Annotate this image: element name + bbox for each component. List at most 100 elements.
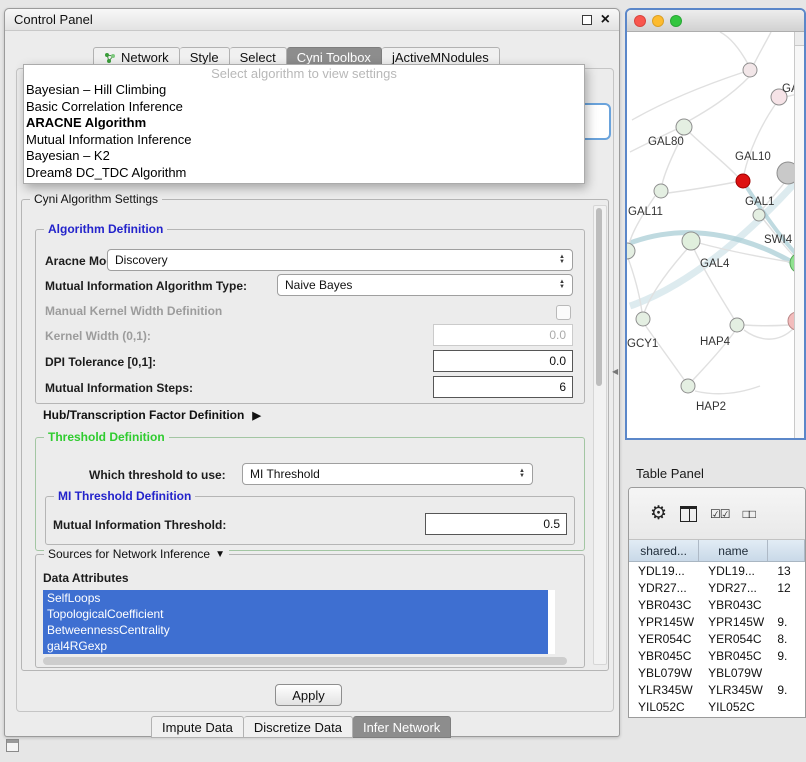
table-row[interactable]: YER054CYER054C8. bbox=[629, 630, 805, 647]
close-icon[interactable]: × bbox=[601, 12, 610, 28]
kernel-width-field: 0.0 bbox=[433, 324, 573, 346]
network-edge[interactable] bbox=[720, 32, 748, 64]
zoom-traffic-light-icon[interactable] bbox=[670, 15, 682, 27]
dropdown-item[interactable]: Bayesian – K2 bbox=[24, 148, 584, 165]
column-header[interactable] bbox=[768, 540, 805, 561]
hub-definition-expander[interactable]: Hub/Transcription Factor Definition ▶ bbox=[43, 408, 261, 422]
node-label: SWI4 bbox=[764, 234, 793, 246]
network-scrollbar-button[interactable] bbox=[794, 32, 804, 46]
network-canvas[interactable]: GALGAL80GAL10GAL11GAL1SWI4GAL4GCY1HAP4YH… bbox=[627, 32, 804, 438]
kernel-width-label: Kernel Width (0,1): bbox=[45, 329, 151, 343]
settings-scrollbar[interactable] bbox=[593, 205, 607, 665]
table-row[interactable]: YBR045CYBR045C9. bbox=[629, 647, 805, 664]
table-row[interactable]: YDL19...YDL19...13 bbox=[629, 562, 805, 579]
attribute-list-item[interactable]: BetweennessCentrality bbox=[43, 622, 548, 638]
table-row[interactable]: YBL079WYBL079W bbox=[629, 664, 805, 681]
docked-panel-icon[interactable] bbox=[6, 739, 19, 752]
table-cell: YER054C bbox=[699, 632, 768, 646]
network-edge[interactable] bbox=[668, 182, 736, 193]
network-node[interactable] bbox=[743, 63, 757, 77]
network-edge[interactable] bbox=[695, 386, 760, 394]
attributes-hscrollbar[interactable] bbox=[43, 657, 567, 665]
combo-arrows-icon bbox=[519, 469, 525, 479]
control-panel-titlebar[interactable]: Control Panel × bbox=[5, 9, 619, 31]
tab-impute-data[interactable]: Impute Data bbox=[151, 716, 244, 738]
network-node[interactable] bbox=[654, 184, 668, 198]
data-attributes-list[interactable]: SelfLoopsTopologicalCoefficientBetweenne… bbox=[43, 590, 555, 654]
network-edge[interactable] bbox=[754, 32, 771, 64]
tab-label: Discretize Data bbox=[254, 720, 342, 735]
apply-button[interactable]: Apply bbox=[275, 684, 342, 706]
mi-steps-field[interactable]: 6 bbox=[433, 376, 573, 398]
which-threshold-combobox[interactable]: MI Threshold bbox=[242, 463, 533, 485]
dropdown-item[interactable]: Dream8 DC_TDC Algorithm bbox=[24, 165, 584, 182]
sources-group-title: Sources for Network Inference ▼ bbox=[44, 547, 229, 561]
table-row[interactable]: YPR145WYPR145W9. bbox=[629, 613, 805, 630]
dropdown-item[interactable]: ARACNE Algorithm bbox=[24, 115, 584, 132]
network-node[interactable] bbox=[682, 232, 700, 250]
dropdown-item[interactable]: Mutual Information Inference bbox=[24, 132, 584, 149]
table-row[interactable]: YIL052CYIL052C bbox=[629, 698, 805, 715]
manual-kernel-checkbox[interactable] bbox=[556, 305, 571, 320]
aracne-mode-value: Discovery bbox=[115, 253, 168, 267]
settings-scrollbar-thumb[interactable] bbox=[596, 208, 602, 386]
dpi-tolerance-field[interactable]: 0.0 bbox=[433, 350, 573, 372]
table-toolbar: ⚙ ☑☑ □□ bbox=[629, 488, 805, 540]
attribute-list-item[interactable]: gal4RGexp bbox=[43, 638, 548, 654]
node-label: GAL80 bbox=[648, 136, 684, 148]
network-edge[interactable] bbox=[744, 325, 789, 326]
expand-down-icon[interactable]: ▼ bbox=[215, 549, 225, 560]
splitter-collapse-icon[interactable]: ◀ bbox=[612, 367, 618, 376]
network-window-titlebar[interactable] bbox=[627, 10, 804, 32]
tab-infer-network[interactable]: Infer Network bbox=[353, 716, 451, 738]
network-edge[interactable] bbox=[687, 76, 750, 122]
table-cell: 12 bbox=[768, 581, 805, 595]
attribute-list-item[interactable]: TopologicalCoefficient bbox=[43, 606, 548, 622]
attribute-list-item[interactable]: SelfLoops bbox=[43, 590, 548, 606]
network-node[interactable] bbox=[676, 119, 692, 135]
network-edge[interactable] bbox=[645, 325, 685, 381]
mi-algorithm-type-combobox[interactable]: Naive Bayes bbox=[277, 274, 573, 296]
table-row[interactable]: YLR345WYLR345W9. bbox=[629, 681, 805, 698]
table-cell: 9. bbox=[768, 615, 805, 629]
network-node[interactable] bbox=[681, 379, 695, 393]
dropdown-item[interactable]: Basic Correlation Inference bbox=[24, 99, 584, 116]
network-node[interactable] bbox=[730, 318, 744, 332]
tab-label: Cyni Toolbox bbox=[297, 50, 371, 65]
close-traffic-light-icon[interactable] bbox=[634, 15, 646, 27]
network-edge[interactable] bbox=[689, 132, 737, 176]
network-node[interactable] bbox=[636, 312, 650, 326]
expand-right-icon[interactable]: ▶ bbox=[252, 409, 260, 422]
select-all-icon[interactable]: ☑☑ bbox=[710, 507, 730, 521]
network-node[interactable] bbox=[736, 174, 750, 188]
node-label: HAP4 bbox=[700, 336, 731, 348]
network-node[interactable] bbox=[753, 209, 765, 221]
dropdown-placeholder: Select algorithm to view settings bbox=[24, 65, 584, 82]
float-window-icon[interactable] bbox=[582, 15, 592, 25]
tab-discretize-data[interactable]: Discretize Data bbox=[244, 716, 353, 738]
network-edge[interactable] bbox=[744, 102, 777, 174]
network-vscrollbar[interactable] bbox=[794, 32, 804, 438]
table-body: YDL19...YDL19...13YDR27...YDR27...12YBR0… bbox=[629, 562, 805, 715]
table-cell: 9. bbox=[768, 683, 805, 697]
dropdown-item[interactable]: Bayesian – Hill Climbing bbox=[24, 82, 584, 99]
table-cell: YER054C bbox=[629, 632, 699, 646]
column-header[interactable]: shared... bbox=[629, 540, 699, 561]
table-cell: 8. bbox=[768, 632, 805, 646]
mi-threshold-field[interactable]: 0.5 bbox=[425, 513, 567, 535]
data-attributes-label: Data Attributes bbox=[43, 571, 129, 585]
column-header[interactable]: name bbox=[699, 540, 768, 561]
table-cell: YLR345W bbox=[699, 683, 768, 697]
network-edge[interactable] bbox=[744, 328, 794, 339]
network-node[interactable] bbox=[627, 243, 635, 259]
gear-icon[interactable]: ⚙ bbox=[650, 504, 667, 523]
tab-label: jActiveMNodules bbox=[392, 50, 489, 65]
deselect-all-icon[interactable]: □□ bbox=[743, 507, 756, 521]
columns-icon[interactable] bbox=[680, 506, 697, 522]
table-row[interactable]: YDR27...YDR27...12 bbox=[629, 579, 805, 596]
network-graph[interactable]: GALGAL80GAL10GAL11GAL1SWI4GAL4GCY1HAP4YH… bbox=[627, 32, 804, 439]
table-row[interactable]: YBR043CYBR043C bbox=[629, 596, 805, 613]
table-cell: YPR145W bbox=[629, 615, 699, 629]
minimize-traffic-light-icon[interactable] bbox=[652, 15, 664, 27]
aracne-mode-combobox[interactable]: Discovery bbox=[107, 249, 573, 271]
